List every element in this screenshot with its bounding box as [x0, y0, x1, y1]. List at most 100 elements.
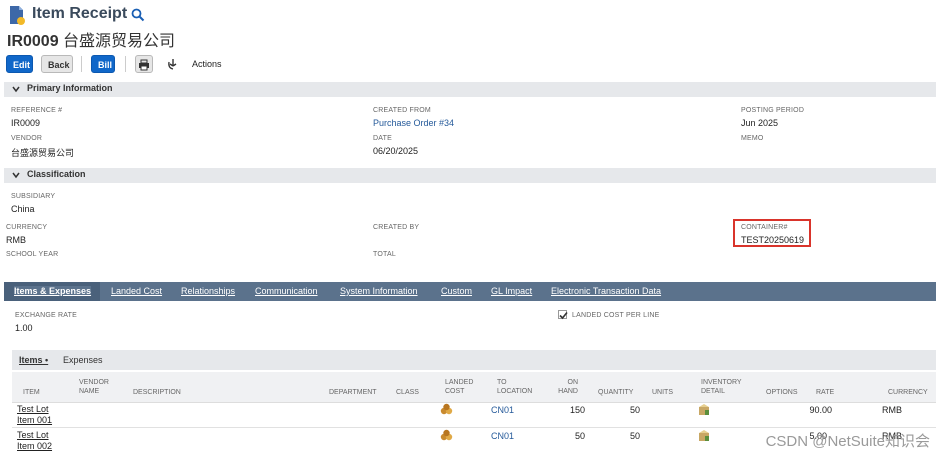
item-receipt-icon — [9, 5, 25, 25]
item-link[interactable]: Test Lot Item 002 — [17, 430, 52, 452]
checkmark-icon — [559, 311, 568, 320]
actions-menu[interactable]: Actions — [192, 59, 222, 69]
col-landed-cost: LANDED COST — [445, 378, 473, 396]
col-on-hand-line2: HAND — [558, 388, 578, 395]
created-by-label: CREATED BY — [373, 224, 420, 231]
landed-cost-per-line-label: LANDED COST PER LINE — [572, 312, 660, 319]
tab-system-information[interactable]: System Information — [340, 286, 418, 296]
col-units: UNITS — [652, 389, 673, 396]
chevron-down-icon — [12, 86, 20, 93]
col-landed-cost-line2: COST — [445, 388, 465, 395]
col-on-hand-line1: ON — [567, 379, 579, 386]
vendor-value: 台盛源贸易公司 — [11, 148, 75, 158]
col-department: DEPARTMENT — [329, 389, 377, 396]
items-subtab-bar — [12, 350, 936, 370]
quantity-value: 50 — [629, 405, 640, 415]
tab-relationships[interactable]: Relationships — [181, 286, 235, 296]
search-icon[interactable] — [131, 8, 145, 22]
subsidiary-value: China — [11, 204, 35, 214]
record-name: 台盛源贸易公司 — [63, 33, 176, 50]
inventory-detail-icon[interactable] — [698, 403, 710, 415]
tab-communication[interactable]: Communication — [255, 286, 318, 296]
subtab-items[interactable]: Items • — [19, 355, 48, 365]
primary-information-section[interactable]: Primary Information — [4, 82, 936, 97]
record-id: IR0009 — [7, 33, 59, 50]
currency-value: RMB — [882, 405, 902, 415]
on-hand-value: 150 — [569, 405, 585, 415]
currency-label: CURRENCY — [6, 224, 48, 231]
col-vendor-name-line2: NAME — [79, 388, 100, 395]
print-icon — [139, 59, 149, 71]
tab-gl-impact[interactable]: GL Impact — [491, 286, 532, 296]
toolbar-separator — [125, 56, 126, 72]
on-hand-value: 50 — [574, 431, 585, 441]
item-name-line2: Item 002 — [17, 441, 53, 451]
memo-label: MEMO — [741, 135, 764, 142]
col-description: DESCRIPTION — [133, 389, 181, 396]
vendor-label: VENDOR — [11, 135, 43, 142]
col-item: ITEM — [23, 389, 40, 396]
col-inventory-detail-line2: DETAIL — [701, 388, 725, 395]
chevron-down-icon — [12, 172, 20, 179]
tab-electronic-transaction-data[interactable]: Electronic Transaction Data — [551, 286, 661, 296]
section-title: Primary Information — [27, 83, 113, 93]
col-vendor-name-line1: VENDOR — [79, 379, 109, 386]
section-title: Classification — [27, 169, 86, 179]
currency-value: RMB — [6, 235, 26, 245]
bill-button[interactable]: Bill — [91, 55, 115, 73]
refresh-icon[interactable] — [166, 57, 180, 71]
subsidiary-label: SUBSIDIARY — [11, 193, 56, 200]
inventory-detail-icon[interactable] — [698, 429, 710, 441]
col-to-location-line2: LOCATION — [497, 388, 533, 395]
col-inventory-detail-line1: INVENTORY — [701, 379, 742, 386]
to-location-link[interactable]: CN01 — [491, 431, 514, 441]
item-link[interactable]: Test Lot Item 001 — [17, 404, 52, 426]
print-button[interactable] — [135, 55, 153, 73]
col-to-location: TO LOCATION — [497, 378, 532, 396]
col-landed-cost-line1: LANDED — [445, 379, 474, 386]
record-title: IR0009 台盛源贸易公司 — [7, 27, 175, 51]
tab-landed-cost[interactable]: Landed Cost — [111, 286, 162, 296]
page-type-title: Item Receipt — [32, 5, 128, 22]
table-row[interactable] — [12, 402, 936, 427]
tab-custom[interactable]: Custom — [441, 286, 472, 296]
col-on-hand: ON HAND — [558, 378, 578, 396]
quantity-value: 50 — [629, 431, 640, 441]
col-class: CLASS — [396, 389, 419, 396]
reference-label: REFERENCE # — [11, 107, 63, 114]
subtab-expenses[interactable]: Expenses — [63, 355, 103, 365]
container-label: CONTAINER# — [741, 224, 788, 231]
col-to-location-line1: TO — [497, 379, 507, 386]
rate-value: 90.00 — [809, 405, 832, 415]
tab-items-expenses[interactable]: Items & Expenses — [14, 286, 92, 296]
date-value: 06/20/2025 — [373, 146, 419, 156]
exchange-rate-value: 1.00 — [15, 323, 33, 333]
back-button[interactable]: Back — [41, 55, 73, 73]
col-currency: CURRENCY — [888, 389, 928, 396]
edit-button[interactable]: Edit — [6, 55, 33, 73]
classification-section[interactable]: Classification — [4, 168, 936, 183]
item-name-line2: Item 001 — [17, 415, 53, 425]
posting-period-value: Jun 2025 — [741, 118, 779, 128]
col-options: OPTIONS — [766, 389, 798, 396]
school-year-label: SCHOOL YEAR — [6, 251, 59, 258]
created-from-label: CREATED FROM — [373, 107, 431, 114]
item-name-line1: Test Lot — [17, 404, 49, 414]
toolbar-separator — [81, 56, 82, 72]
to-location-link[interactable]: CN01 — [491, 405, 514, 415]
col-vendor-name: VENDOR NAME — [79, 378, 109, 396]
posting-period-label: POSTING PERIOD — [741, 107, 805, 114]
created-from-link[interactable]: Purchase Order #34 — [373, 118, 454, 128]
col-quantity: QUANTITY — [598, 389, 634, 396]
reference-value: IR0009 — [11, 118, 41, 128]
col-rate: RATE — [816, 389, 835, 396]
col-inventory-detail: INVENTORY DETAIL — [701, 378, 742, 396]
date-label: DATE — [373, 135, 392, 142]
landed-cost-icon[interactable] — [440, 429, 453, 442]
watermark-text: CSDN @NetSuite知识会 — [765, 433, 930, 450]
container-value: TEST20250619 — [741, 235, 805, 245]
landed-cost-per-line-checkbox[interactable] — [558, 310, 568, 320]
exchange-rate-label: EXCHANGE RATE — [15, 312, 77, 319]
total-label: TOTAL — [373, 251, 396, 258]
landed-cost-icon[interactable] — [440, 403, 453, 416]
